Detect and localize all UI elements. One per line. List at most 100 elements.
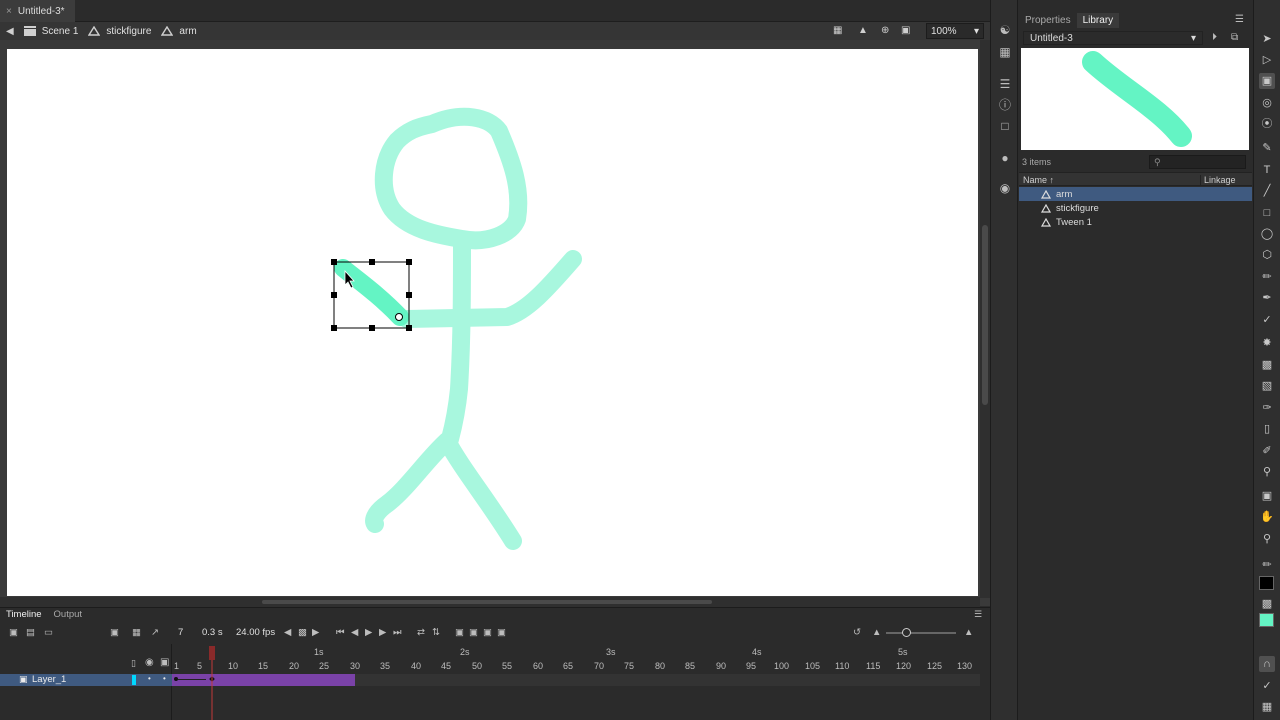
stage-canvas[interactable] — [7, 49, 978, 596]
3d-rotation-tool-icon[interactable]: ◎ — [1259, 95, 1275, 111]
pin-icon[interactable]: ⏵ — [1212, 32, 1217, 43]
library-item-tween-1[interactable]: Tween 1 — [1019, 215, 1252, 229]
figure-left-leg[interactable] — [365, 432, 456, 533]
hand-tool-icon[interactable]: ✋ — [1259, 509, 1275, 525]
current-frame[interactable]: 7 — [178, 627, 183, 638]
scroll-thumb[interactable] — [262, 600, 712, 604]
smooth-icon[interactable]: ✓ — [1259, 678, 1275, 694]
lasso-tool-icon[interactable]: ⦿ — [1259, 116, 1275, 132]
new-layer-icon[interactable]: ▣ — [9, 627, 18, 638]
tab-timeline[interactable]: Timeline — [0, 608, 48, 621]
onion-skin-icon[interactable]: ⇅ — [432, 627, 440, 638]
creative-cloud-icon[interactable]: ◉ — [998, 182, 1012, 194]
free-transform-tool-icon[interactable]: ▣ — [1259, 73, 1275, 89]
edit-multiple-icon[interactable]: ▣ — [469, 627, 478, 638]
snap-to-objects-icon[interactable]: ∩ — [1259, 656, 1275, 672]
step-forward-icon[interactable]: ▶ — [379, 627, 386, 638]
layer-name[interactable]: Layer_1 — [32, 674, 66, 685]
library-search-input[interactable]: ⚲ — [1149, 155, 1246, 169]
line-tool-icon[interactable]: ╱ — [1259, 183, 1275, 199]
tab-properties[interactable]: Properties — [1019, 13, 1077, 28]
motion-tween-span[interactable] — [172, 674, 355, 686]
camera-layer-icon[interactable]: ▣ — [110, 627, 119, 638]
graph-icon[interactable]: ↗ — [151, 627, 159, 638]
zoom-tool-icon[interactable]: ⚲ — [1259, 531, 1275, 547]
library-item-stickfigure[interactable]: stickfigure — [1019, 201, 1252, 215]
library-document-select[interactable]: Untitled-3 ▾ — [1023, 31, 1203, 45]
parenting-icon[interactable]: ▦ — [132, 627, 141, 638]
library-icon[interactable]: ▦ — [998, 46, 1012, 58]
clip-content-icon[interactable]: ▣ — [901, 25, 910, 36]
onion-markers-icon[interactable]: ▣ — [483, 627, 492, 638]
figure-head[interactable] — [374, 107, 528, 250]
layer-lock-dot[interactable]: • — [163, 674, 166, 683]
last-frame-icon[interactable]: ⏭ — [393, 627, 402, 638]
new-library-panel-icon[interactable]: ⧉ — [1231, 32, 1238, 43]
layer-row[interactable]: ▣ Layer_1 • • — [0, 674, 172, 686]
zoom-select[interactable]: 100% ▾ — [926, 23, 984, 39]
eyedropper-tool-icon[interactable]: ✑ — [1259, 400, 1275, 416]
stage-vertical-scrollbar[interactable] — [980, 40, 990, 598]
document-tab[interactable]: × Untitled-3* — [0, 0, 75, 22]
brush-tool-icon[interactable]: ✓ — [1259, 312, 1275, 328]
layer-color-swatch[interactable] — [132, 675, 136, 685]
figure-right-arm[interactable] — [398, 250, 582, 328]
stroke-color-swatch[interactable] — [1259, 576, 1274, 590]
step-back-icon[interactable]: ◀ — [351, 627, 358, 638]
delete-layer-icon[interactable]: ▭ — [44, 627, 53, 638]
fill-color-swatch[interactable] — [1259, 613, 1274, 627]
fill-color-icon[interactable]: ▩ — [1259, 596, 1275, 612]
first-frame-icon[interactable]: ⏮ — [336, 627, 345, 638]
subselection-tool-icon[interactable]: ▷ — [1259, 52, 1275, 68]
panel-menu-icon[interactable]: ☰ — [1235, 14, 1244, 25]
column-linkage-header[interactable]: Linkage — [1200, 175, 1236, 185]
current-time[interactable]: 0.3 s — [202, 627, 223, 638]
fit-frames-icon[interactable]: ▣ — [497, 627, 506, 638]
tab-library[interactable]: Library — [1076, 13, 1120, 28]
undo-zoom-icon[interactable]: ↺ — [853, 627, 861, 638]
width-tool-icon[interactable]: ✐ — [1259, 443, 1275, 459]
paint-brush-tool-icon[interactable]: ✒ — [1259, 290, 1275, 306]
new-folder-icon[interactable]: ▤ — [26, 627, 35, 638]
stage-horizontal-scrollbar[interactable] — [0, 597, 980, 607]
prev-keyframe-icon[interactable]: ◀ — [284, 627, 291, 638]
zoom-out-icon[interactable]: ▲ — [872, 627, 881, 638]
selection-tool-icon[interactable]: ➤ — [1259, 31, 1275, 47]
asset-warp-tool-icon[interactable]: ⚲ — [1259, 464, 1275, 480]
center-stage-icon[interactable]: ⊕ — [881, 25, 889, 36]
library-item-arm[interactable]: arm — [1019, 187, 1252, 201]
onion-outline-icon[interactable]: ▣ — [455, 627, 464, 638]
align-icon[interactable]: ☰ — [998, 78, 1012, 90]
frames-row[interactable] — [172, 674, 980, 686]
lock-icon[interactable]: ▣ — [160, 657, 169, 668]
components-icon[interactable]: ● — [998, 152, 1012, 164]
slider-knob[interactable] — [902, 628, 911, 637]
polystar-tool-icon[interactable]: ⬡ — [1259, 247, 1275, 263]
edit-scene-icon[interactable]: ▲ — [858, 25, 868, 36]
camera-tool-icon[interactable]: ▣ — [1259, 488, 1275, 504]
oval-tool-icon[interactable]: ◯ — [1259, 226, 1275, 242]
zoom-in-icon[interactable]: ▲ — [964, 627, 973, 638]
straighten-icon[interactable]: ▦ — [1259, 699, 1275, 715]
breadcrumb-stickfigure[interactable]: stickfigure — [88, 26, 151, 37]
rectangle-tool-icon[interactable]: □ — [1259, 205, 1275, 221]
outline-toggle-icon[interactable]: ▯ — [131, 658, 136, 669]
info-icon[interactable]: ⓘ — [998, 99, 1012, 111]
motion-icon[interactable]: ☯ — [998, 24, 1012, 36]
breadcrumb-arm[interactable]: arm — [161, 26, 197, 37]
selected-arm-symbol[interactable] — [334, 259, 409, 326]
transform-icon[interactable]: □ — [998, 120, 1012, 132]
timeline-zoom-slider[interactable] — [886, 628, 956, 637]
scroll-thumb[interactable] — [982, 225, 988, 405]
paint-bucket-tool-icon[interactable]: ▩ — [1259, 357, 1275, 373]
play-icon[interactable]: ▶ — [365, 627, 372, 638]
tab-output[interactable]: Output — [48, 608, 89, 621]
eraser-tool-icon[interactable]: ▯ — [1259, 421, 1275, 437]
frame-rate[interactable]: 24.00 fps — [236, 627, 275, 638]
edit-symbols-icon[interactable]: ▦ — [833, 25, 842, 36]
bone-tool-icon[interactable]: ✸ — [1259, 335, 1275, 351]
stroke-color-icon[interactable]: ✏ — [1259, 557, 1275, 573]
playhead[interactable] — [209, 644, 215, 720]
close-tab-icon[interactable]: × — [6, 6, 12, 17]
figure-body[interactable] — [441, 235, 471, 448]
